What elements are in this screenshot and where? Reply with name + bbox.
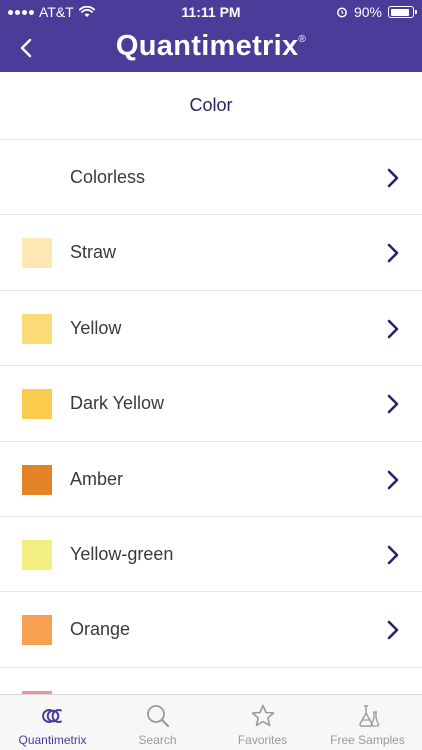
star-icon	[251, 704, 275, 727]
chevron-right-icon	[387, 319, 399, 339]
color-swatch	[22, 313, 52, 344]
brand-logo: Quantimetrix®	[0, 30, 422, 63]
battery-level	[390, 8, 410, 16]
flask-icon	[359, 705, 380, 727]
color-label: Yellow	[70, 317, 122, 338]
tab-label: Favorites	[237, 733, 288, 747]
brand-name: Quantimetrix	[115, 30, 299, 62]
tab-label: Search	[138, 733, 177, 747]
color-list-item[interactable]: Yellow-green	[0, 517, 422, 593]
tab-free-samples[interactable]: Free Samples	[315, 695, 420, 750]
chevron-right-icon	[387, 545, 399, 565]
tab-bar: Quantimetrix Search Favorites Free Sampl…	[0, 694, 422, 750]
status-bar: AT&T 11:11 PM 90%	[0, 0, 422, 24]
battery-icon	[388, 6, 417, 18]
tab-quantimetrix[interactable]: Quantimetrix	[0, 695, 105, 750]
color-list: Colorless Straw Yellow Dark Yellow Amber Yell…	[0, 140, 422, 744]
color-list-item[interactable]: Colorless	[0, 140, 422, 216]
color-label: Straw	[70, 242, 117, 263]
color-label: Amber	[70, 468, 124, 489]
page-title: Color	[0, 72, 422, 140]
color-swatch	[22, 615, 52, 646]
color-list-item[interactable]: Orange	[0, 592, 422, 668]
color-list-item[interactable]: Yellow	[0, 291, 422, 367]
color-label: Dark Yellow	[70, 393, 165, 414]
color-label: Yellow-green	[70, 543, 174, 564]
battery-group: 90%	[336, 4, 417, 20]
color-swatch	[22, 238, 52, 269]
chevron-right-icon	[387, 244, 399, 263]
search-icon	[147, 705, 170, 728]
color-list-item[interactable]: Dark Yellow	[0, 366, 422, 442]
chevron-right-icon	[387, 621, 399, 640]
color-list-item[interactable]: Amber	[0, 442, 422, 517]
tab-favorites[interactable]: Favorites	[210, 695, 315, 750]
color-swatch	[22, 539, 52, 570]
color-list-item[interactable]: Straw	[0, 215, 422, 291]
registered-mark: ®	[298, 34, 307, 45]
quantimetrix-logo-icon	[42, 709, 62, 723]
alarm-icon	[337, 7, 347, 18]
battery-percent: 90%	[353, 4, 382, 20]
tab-search[interactable]: Search	[105, 695, 210, 750]
chevron-right-icon	[387, 394, 399, 414]
color-swatch	[22, 464, 52, 495]
color-swatch	[22, 389, 52, 420]
color-label: Orange	[70, 619, 131, 640]
color-label: Colorless	[70, 167, 146, 187]
app-header: AT&T 11:11 PM 90% Quantimetrix®	[0, 0, 422, 72]
tab-label: Free Samples	[330, 733, 405, 747]
chevron-right-icon	[387, 470, 399, 489]
tab-label: Quantimetrix	[18, 733, 87, 747]
chevron-right-icon	[387, 168, 399, 188]
